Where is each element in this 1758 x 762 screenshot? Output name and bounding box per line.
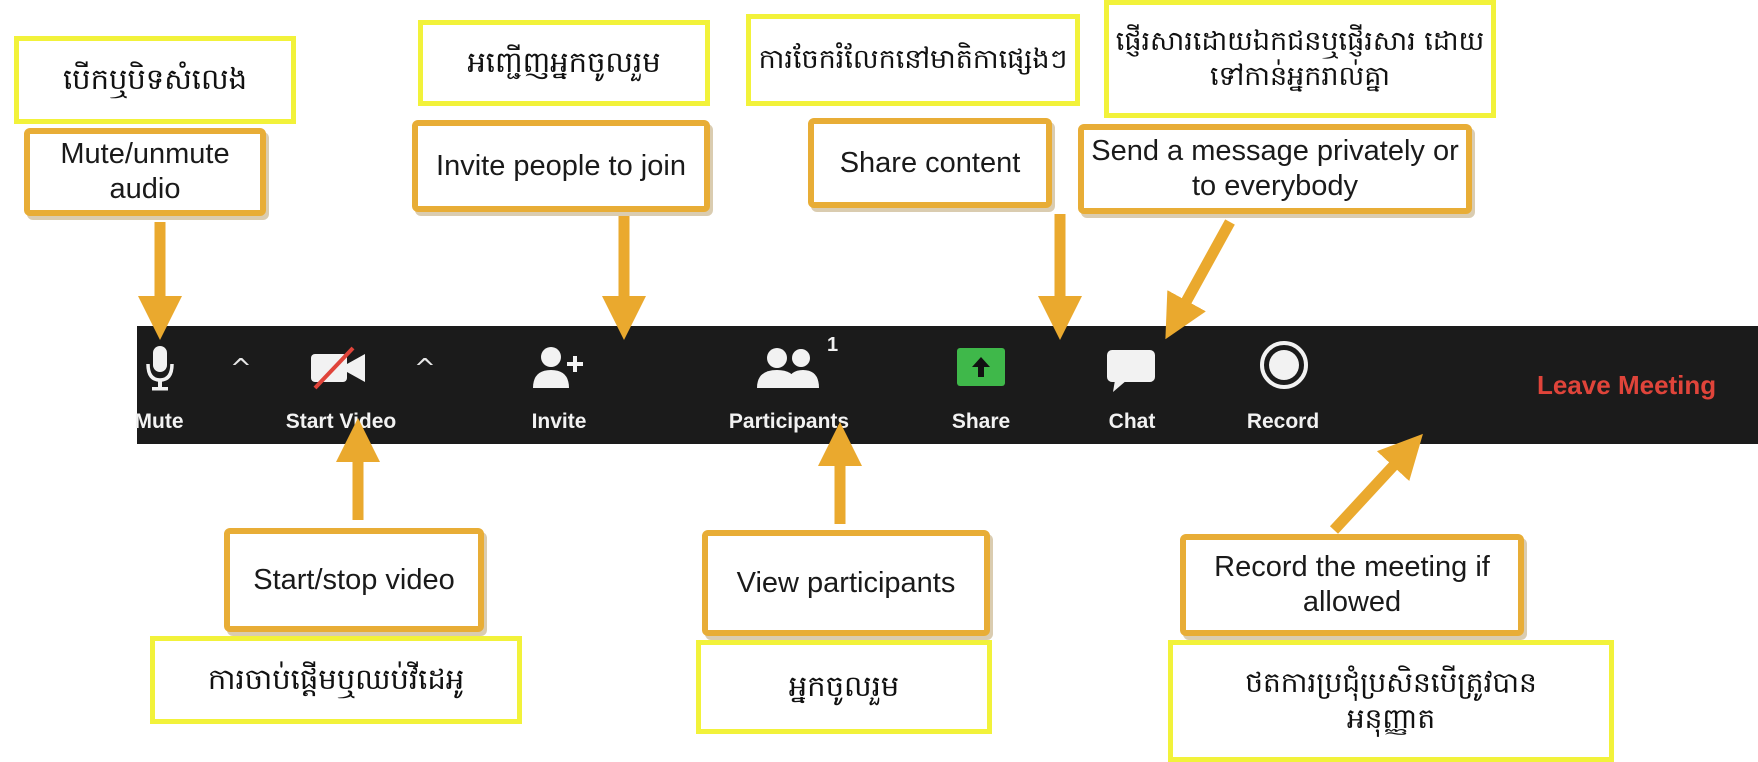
- arrow-chat: [1165, 219, 1235, 340]
- callout-participants: View participants: [702, 530, 990, 636]
- callout-record: Record the meeting if allowed: [1180, 534, 1524, 636]
- khmer-label-record: ថតការប្រជុំប្រសិនបើត្រូវបានអនុញ្ញាត: [1168, 640, 1614, 762]
- khmer-label-video: ការចាប់ផ្តើមឬឈប់វីដេអូ: [150, 636, 522, 724]
- khmer-label-participants: អ្នកចូលរួម: [696, 640, 992, 734]
- callout-video: Start/stop video: [224, 528, 484, 632]
- arrow-record: [1329, 433, 1423, 534]
